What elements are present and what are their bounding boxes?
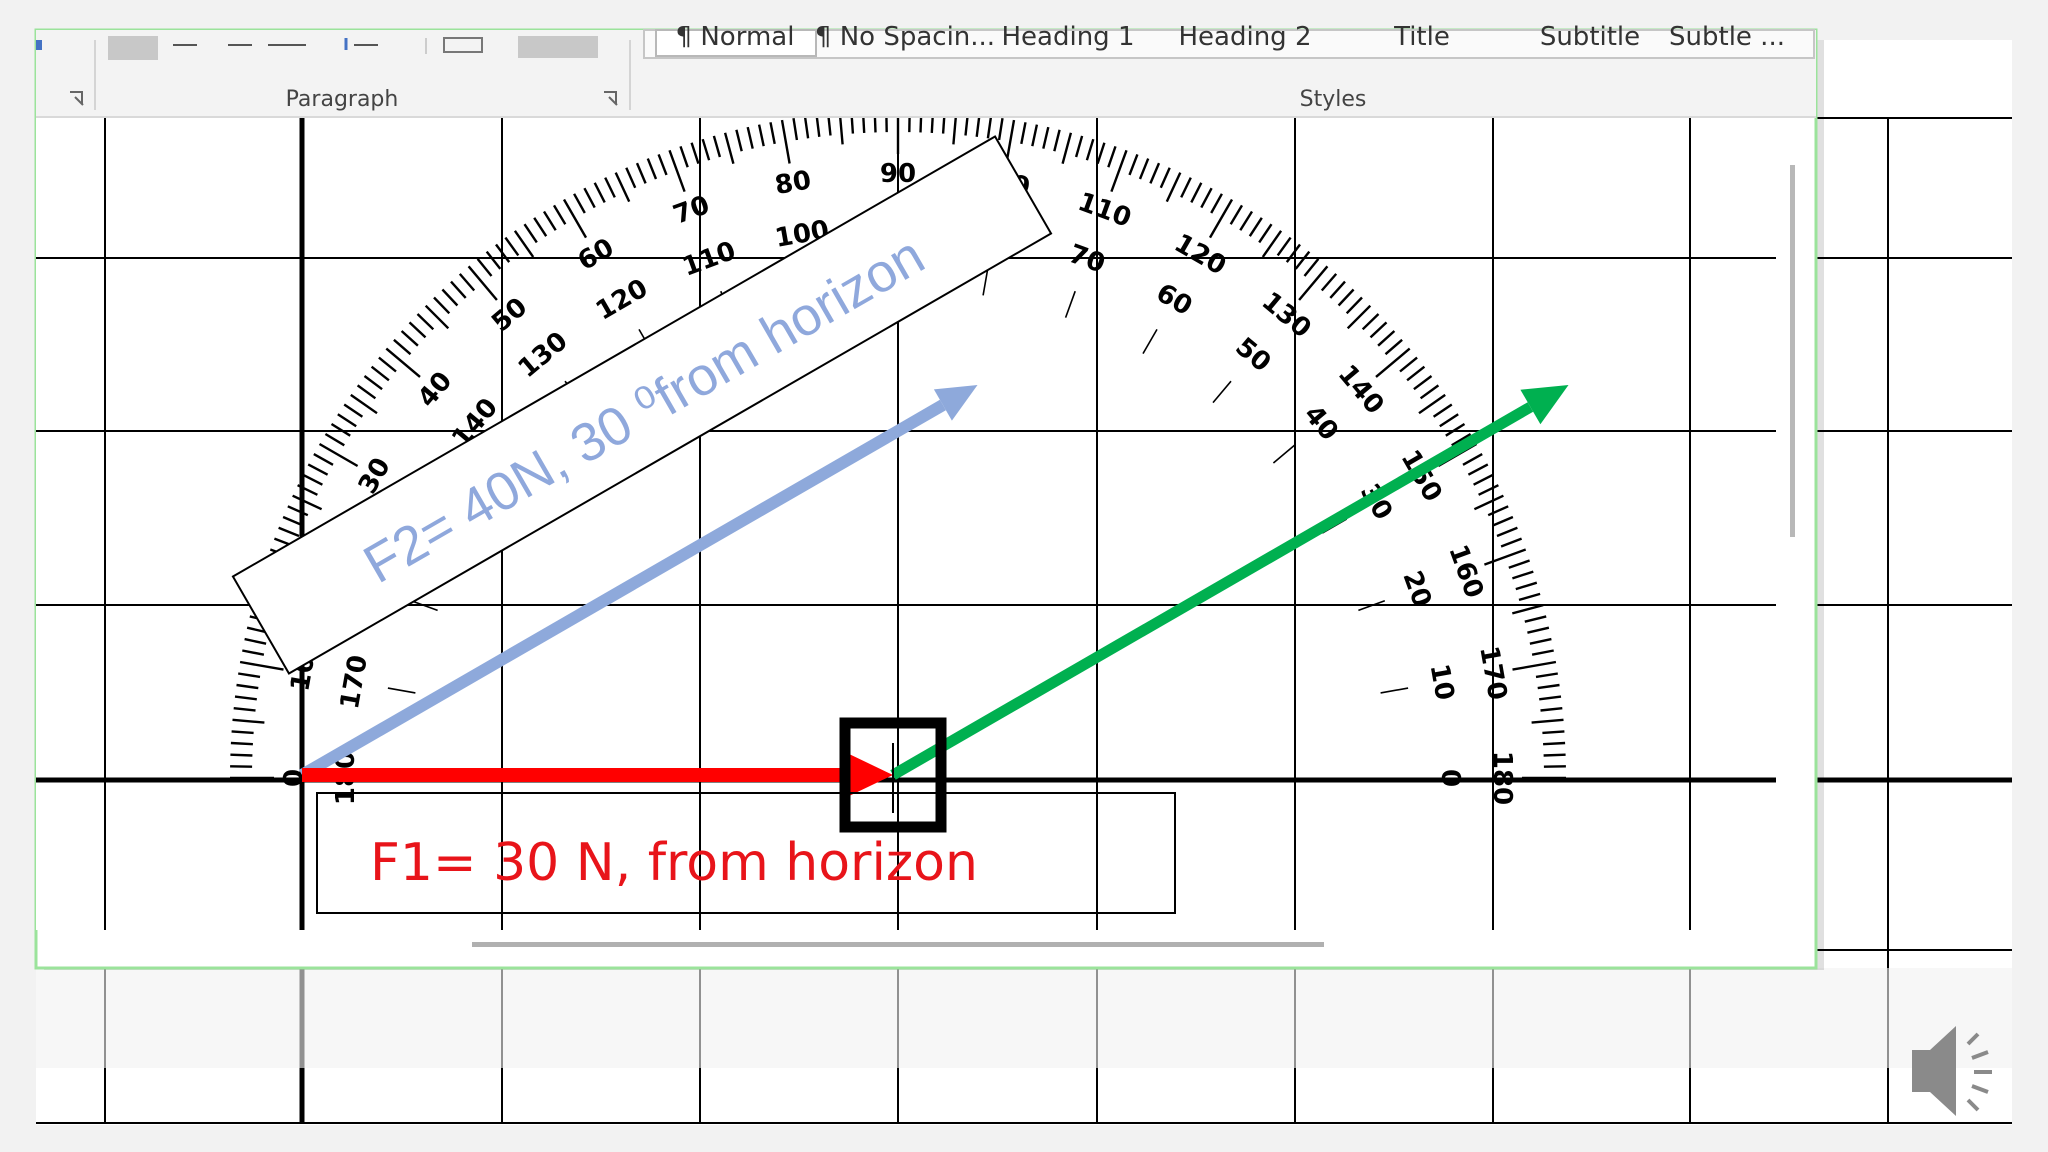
protractor-tick (230, 753, 253, 757)
protractor-outer-label: 180 (1487, 751, 1517, 805)
protractor-tick (1543, 741, 1566, 746)
protractor-tick (231, 730, 254, 735)
borders-button[interactable] (518, 36, 598, 58)
protractor-outer-label: 80 (773, 165, 814, 201)
protractor-tick (1543, 753, 1566, 757)
align-left-button[interactable] (108, 36, 158, 60)
style-gallery-item[interactable]: ¶ Normal (676, 22, 795, 52)
style-gallery-item[interactable]: ¶ No Spacin... (815, 22, 995, 52)
style-gallery-item[interactable]: Subtitle (1540, 22, 1640, 52)
ribbon: Paragraph ¶ Normal ¶ No Spacin... Heading … (36, 22, 1816, 118)
slide-fade-band (36, 968, 2012, 1068)
style-gallery-item[interactable]: Subtle ... (1669, 22, 1785, 52)
style-gallery-items: ¶ Normal ¶ No Spacin... Heading 1 Heading 2… (676, 22, 1785, 52)
vertical-scrollbar-thumb[interactable] (1790, 165, 1795, 537)
styles-group-label: Styles (1300, 87, 1367, 112)
style-gallery-item[interactable]: Heading 2 (1179, 22, 1312, 52)
style-gallery-item[interactable]: Heading 1 (1002, 22, 1135, 52)
slide-stage: Paragraph ¶ Normal ¶ No Spacin... Heading … (0, 0, 2048, 1152)
protractor-tick (1542, 730, 1565, 735)
horizontal-scrollbar-thumb[interactable] (472, 942, 1324, 947)
paragraph-group-label: Paragraph (286, 87, 399, 112)
protractor-inner-label: 10 (1424, 662, 1460, 703)
f1-label: F1= 30 N, from horizon (370, 833, 978, 893)
protractor-tick (230, 741, 253, 746)
ribbon-edge-marker (36, 40, 42, 50)
style-gallery-item[interactable]: Title (1393, 22, 1450, 52)
protractor-inner-label: 0 (1435, 769, 1465, 787)
document-body: 0180101702016030150401405013060120701108… (36, 118, 1776, 930)
slide-canvas: Paragraph ¶ Normal ¶ No Spacin... Heading … (0, 0, 2048, 1152)
